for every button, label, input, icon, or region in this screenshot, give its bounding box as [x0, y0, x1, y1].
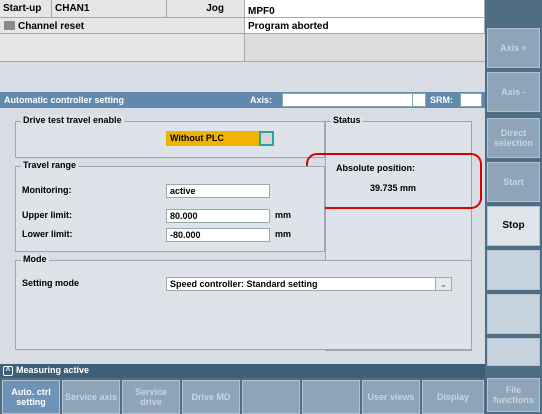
mode-label: Start-up	[0, 0, 52, 18]
drive-test-group: Drive test travel enable Without PLC	[15, 115, 325, 158]
softkey-axis-plus[interactable]: Axis +	[487, 28, 540, 68]
setting-mode-label: Setting mode	[22, 278, 80, 288]
lower-limit-unit: mm	[275, 229, 292, 239]
mode-label: Mode	[21, 254, 49, 264]
softkey-empty-1[interactable]	[487, 250, 540, 290]
softkey-stop[interactable]: Stop	[487, 206, 540, 246]
mode-group: Mode Setting mode Speed controller: Stan…	[15, 254, 472, 350]
travel-range-label: Travel range	[21, 160, 79, 170]
softkey-blank[interactable]	[242, 380, 300, 414]
message-text: Measuring active	[16, 365, 90, 375]
softkey-file-functions[interactable]: File functions	[487, 378, 540, 412]
softkey-direct-selection[interactable]: Direct selection	[487, 118, 540, 158]
chevron-down-icon[interactable]: ⌄	[435, 277, 452, 291]
channel-label: CHAN1	[52, 0, 167, 18]
program-status: Program aborted	[245, 18, 485, 34]
softkey-axis-minus[interactable]: Axis -	[487, 72, 540, 112]
panel-title-bar: Automatic controller setting Axis: X1 1 …	[0, 92, 485, 108]
drive-test-checkbox[interactable]	[259, 131, 274, 146]
header-bar: Start-up CHAN1 Jog MPF0 Channel reset Pr…	[0, 0, 485, 62]
message-bar: ^ Measuring active	[0, 364, 485, 378]
status-label: Status	[331, 115, 363, 125]
header-blank	[0, 34, 245, 62]
srm-label: SRM:	[430, 95, 453, 105]
axis-number-field: 1	[412, 93, 426, 107]
lower-limit-label: Lower limit:	[22, 229, 73, 239]
softkey-service-drive[interactable]: Service drive	[122, 380, 180, 414]
bottom-softkey-bar: Auto. ctrl setting Service axis Service …	[0, 378, 485, 414]
softkey-auto-ctrl-setting[interactable]: Auto. ctrl setting	[2, 380, 60, 414]
upper-limit-label: Upper limit:	[22, 210, 73, 220]
srm-number-field: 1	[460, 93, 482, 107]
reset-icon	[4, 21, 15, 30]
reset-message-text: Channel reset	[18, 21, 85, 32]
monitoring-label: Monitoring:	[22, 185, 72, 195]
softkey-start[interactable]: Start	[487, 162, 540, 202]
softkey-empty-3[interactable]	[487, 338, 540, 366]
softkey-drive-md[interactable]: Drive MD	[182, 380, 240, 414]
right-softkey-bar: Axis + Axis - Direct selection Start Sto…	[485, 0, 542, 414]
upper-limit-unit: mm	[275, 210, 292, 220]
softkey-user-views[interactable]: User views	[362, 380, 420, 414]
header-blank-2	[245, 34, 485, 62]
softkey-empty-2[interactable]	[487, 294, 540, 334]
softkey-service-axis[interactable]: Service axis	[62, 380, 120, 414]
setting-mode-select[interactable]: Speed controller: Standard setting	[166, 277, 452, 291]
op-mode-label: Jog	[167, 0, 245, 18]
drive-test-label: Drive test travel enable	[21, 115, 124, 125]
caret-up-icon: ^	[3, 366, 13, 376]
highlight-outline	[306, 153, 482, 209]
drive-test-value: Without PLC	[166, 131, 262, 146]
panel-title: Automatic controller setting	[4, 95, 125, 105]
axis-name-field: X1	[282, 93, 426, 107]
reset-message: Channel reset	[0, 18, 245, 34]
softkey-display[interactable]: Display	[422, 380, 484, 414]
softkey-spacer[interactable]	[302, 380, 360, 414]
lower-limit-field[interactable]: -80.000	[166, 228, 270, 242]
upper-limit-field[interactable]: 80.000	[166, 209, 270, 223]
travel-range-group: Travel range Monitoring: active Upper li…	[15, 160, 325, 252]
monitoring-field[interactable]: active	[166, 184, 270, 198]
axis-label: Axis:	[250, 95, 273, 105]
program-name: MPF0	[245, 0, 485, 18]
